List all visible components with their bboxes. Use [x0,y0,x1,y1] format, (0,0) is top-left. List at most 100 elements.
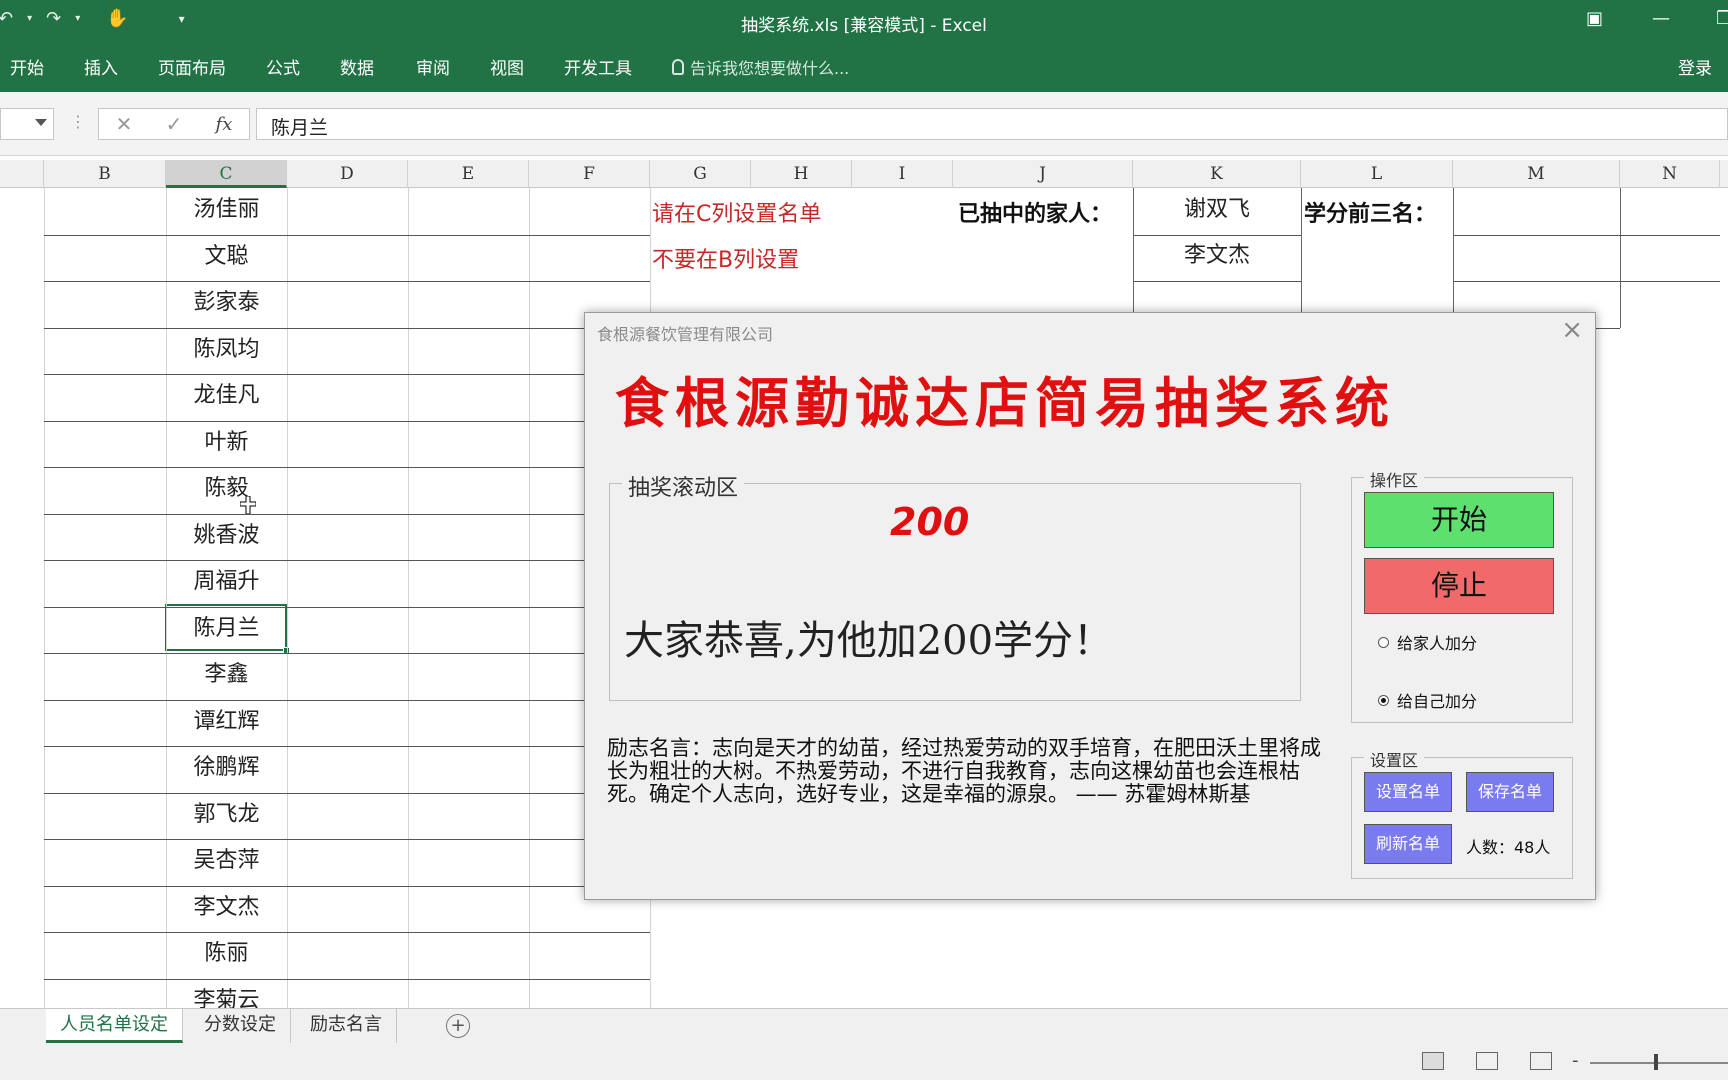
name-cell[interactable]: 汤佳丽 [166,188,287,232]
tab-review[interactable]: 审阅 [416,54,450,79]
sheet-tab-quotes[interactable]: 励志名言 [296,1009,397,1043]
lottery-dialog: 食根源餐饮管理有限公司 × 食根源勤诚达店简易抽奖系统 抽奖滚动区 200 大家… [584,312,1596,900]
radio-add-to-self[interactable]: 给自己加分 [1378,688,1477,712]
name-cell[interactable]: 李菊云 [166,979,287,1010]
page-break-view-icon[interactable] [1530,1052,1552,1070]
tab-developer[interactable]: 开发工具 [564,54,632,79]
name-cell[interactable]: 彭家泰 [166,281,287,325]
grid-line [44,607,650,608]
refresh-list-button[interactable]: 刷新名单 [1364,824,1452,864]
drawn-name-1[interactable]: 谢双飞 [1134,188,1300,232]
select-all-corner[interactable] [0,160,44,188]
enter-icon[interactable]: ✓ [166,112,183,136]
name-cell[interactable]: 文聪 [166,235,287,279]
column-header-j[interactable]: J [953,160,1133,188]
name-cell[interactable]: 周福升 [166,560,287,604]
grid-line [1453,281,1720,282]
zoom-slider[interactable] [1590,1062,1728,1064]
title-bar: ↶ ▾ ↷ ▾ ✋ ▾ 抽奖系统.xls [兼容模式] - Excel ▣ — … [0,0,1728,44]
zoom-slider-thumb[interactable] [1654,1054,1658,1070]
name-cell[interactable]: 李文杰 [166,886,287,930]
column-header-l[interactable]: L [1301,160,1453,188]
column-header-b[interactable]: B [44,160,166,188]
column-header-m[interactable]: M [1453,160,1620,188]
column-header-f[interactable]: F [529,160,650,188]
settings-frame: 设置区 设置名单 保存名单 刷新名单 人数：48人 [1351,747,1573,879]
drawn-name-2[interactable]: 李文杰 [1134,234,1300,278]
insert-function-icon[interactable]: fx [216,114,233,135]
page-layout-view-icon[interactable] [1476,1052,1498,1070]
dialog-title: 食根源餐饮管理有限公司 [597,325,774,344]
grid-line [44,746,650,747]
tab-view[interactable]: 视图 [490,54,524,79]
name-cell[interactable]: 陈丽 [166,932,287,976]
tab-formulas[interactable]: 公式 [266,54,300,79]
stop-button[interactable]: 停止 [1364,558,1554,614]
login-link[interactable]: 登录 [1678,54,1712,79]
radio-family-indicator[interactable] [1378,636,1389,648]
score-display: 200 [890,500,970,544]
grid-line [44,979,650,980]
name-cell[interactable]: 徐鹏辉 [166,746,287,790]
column-header-d[interactable]: D [287,160,408,188]
note-not-in-b: 不要在B列设置 [652,248,800,273]
grid-line [44,793,650,794]
grid-line [44,374,650,375]
settings-label: 设置区 [1364,747,1425,771]
column-header-k[interactable]: K [1133,160,1301,188]
cancel-icon[interactable]: ✕ [116,112,133,136]
name-cell[interactable]: 郭飞龙 [166,793,287,837]
zoom-out-icon[interactable]: - [1572,1050,1579,1071]
column-header-n[interactable]: N [1620,160,1720,188]
minimize-icon[interactable]: — [1652,8,1670,29]
column-header-i[interactable]: I [852,160,953,188]
tab-data[interactable]: 数据 [340,54,374,79]
restore-icon[interactable]: ❐ [1716,8,1728,29]
top-three-label: 学分前三名： [1304,202,1437,227]
radio-family-label: 给家人加分 [1397,634,1478,653]
column-header-e[interactable]: E [408,160,529,188]
name-cell[interactable]: 龙佳凡 [166,374,287,418]
column-header-g[interactable]: G [650,160,751,188]
name-box[interactable] [0,108,54,140]
name-cell[interactable]: 陈月兰 [166,607,287,651]
name-cell[interactable]: 姚香波 [166,514,287,558]
operations-label: 操作区 [1364,467,1425,491]
normal-view-icon[interactable] [1422,1052,1444,1070]
tab-home[interactable]: 开始 [10,54,44,79]
sheet-tab-scores[interactable]: 分数设定 [190,1009,291,1043]
grid-line [1620,188,1621,328]
name-cell[interactable]: 叶新 [166,421,287,465]
note-set-list-in-c: 请在C列设置名单 [652,202,822,227]
column-header-c[interactable]: C [166,160,287,188]
grid-line [44,700,650,701]
set-list-button[interactable]: 设置名单 [1364,772,1452,812]
column-headers: BCDEFGHIJKLMN [0,160,1728,188]
tell-me-search[interactable]: 告诉我您想要做什么... [672,55,849,79]
name-cell[interactable]: 李鑫 [166,653,287,697]
tab-insert[interactable]: 插入 [84,54,118,79]
ribbon-display-options-icon[interactable]: ▣ [1586,8,1603,29]
operations-frame: 操作区 开始 停止 给家人加分 给自己加分 [1351,467,1573,723]
sheet-tab-roster[interactable]: 人员名单设定 [46,1009,183,1043]
radio-add-to-family[interactable]: 给家人加分 [1378,630,1477,654]
tab-page-layout[interactable]: 页面布局 [158,54,226,79]
name-cell[interactable]: 吴杏萍 [166,839,287,883]
grid-line [1133,188,1134,328]
more-options-icon[interactable]: ⋮ [70,112,86,131]
window-title: 抽奖系统.xls [兼容模式] - Excel [741,16,987,36]
name-cell[interactable]: 谭红辉 [166,700,287,744]
add-sheet-icon[interactable]: + [446,1014,470,1038]
radio-self-indicator[interactable] [1378,694,1389,706]
chevron-down-icon[interactable] [35,119,47,126]
start-button[interactable]: 开始 [1364,492,1554,548]
name-cell[interactable]: 陈毅 [166,467,287,511]
grid-line [44,886,650,887]
name-cell[interactable]: 陈凤均 [166,328,287,372]
save-list-button[interactable]: 保存名单 [1466,772,1554,812]
close-icon[interactable]: × [1561,315,1583,345]
formula-input[interactable]: 陈月兰 [256,108,1728,140]
formula-buttons: ✕ ✓ fx [98,108,250,140]
column-header-h[interactable]: H [751,160,852,188]
rolling-area-frame: 抽奖滚动区 200 大家恭喜,为他加200学分！ [609,470,1301,701]
